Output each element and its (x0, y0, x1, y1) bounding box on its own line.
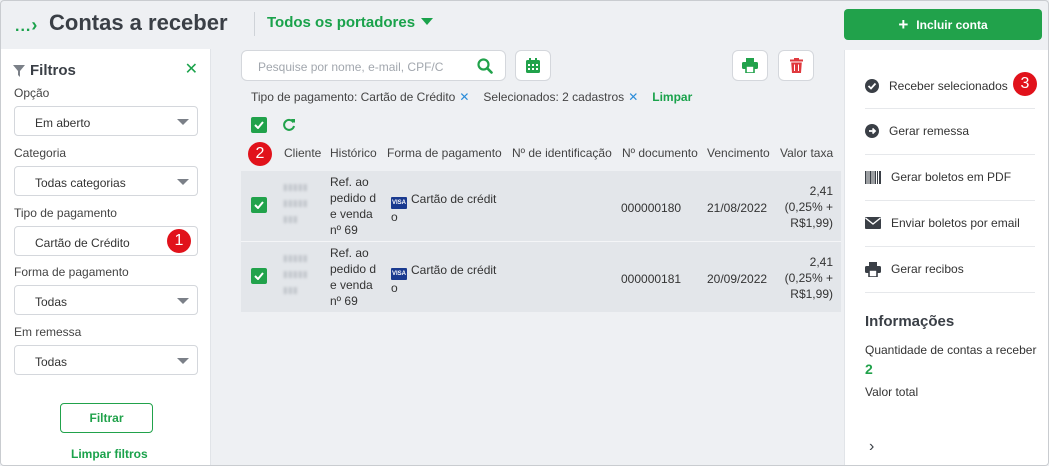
action-gerar-boletos-pdf[interactable]: Gerar boletos em PDF (865, 154, 1035, 200)
chevron-down-icon (177, 179, 189, 185)
check-icon (254, 121, 264, 129)
printer-icon (742, 58, 758, 73)
step-badge-2: 2 (248, 142, 272, 166)
filter-label-em-remessa: Em remessa (14, 325, 82, 339)
row-checkbox[interactable] (251, 268, 267, 284)
check-circle-icon (865, 79, 879, 93)
visa-card-icon: VISA (391, 268, 407, 280)
documento-cell: 000000180 (621, 201, 682, 215)
search-icon[interactable] (477, 58, 493, 74)
chevron-down-icon (177, 358, 189, 364)
info-count-label: Quantidade de contas a receber (865, 343, 1037, 357)
clear-filters-link[interactable]: Limpar filtros (71, 447, 148, 461)
row-checkbox[interactable] (251, 197, 267, 213)
info-total-label: Valor total (865, 385, 919, 397)
remove-chip-icon[interactable]: ✕ (459, 90, 469, 104)
action-divider (865, 292, 1035, 293)
search-box[interactable]: Pesquise por nome, e-mail, CPF/C (241, 50, 506, 81)
info-title: Informações (865, 313, 955, 330)
breadcrumb[interactable]: ...› (15, 15, 38, 36)
calendar-icon (526, 58, 540, 73)
info-count-value: 2 (865, 361, 873, 377)
column-historico[interactable]: Histórico (330, 146, 377, 160)
action-gerar-remessa[interactable]: Gerar remessa (865, 108, 1035, 154)
valor-taxa-cell: 2,41 (0,25% + R$1,99) (784, 184, 833, 230)
print-button[interactable] (732, 50, 768, 81)
filter-label-forma-pagamento: Forma de pagamento (14, 265, 129, 279)
column-vencimento[interactable]: Vencimento (707, 146, 770, 160)
filter-label-tipo-pagamento: Tipo de pagamento (14, 206, 117, 220)
filters-panel: Filtros ✕ Opção Em aberto Categoria Toda… (1, 49, 211, 465)
check-icon (254, 201, 264, 209)
action-enviar-boletos-email[interactable]: Enviar boletos por email (865, 200, 1035, 246)
vencimento-cell: 20/09/2022 (707, 272, 768, 286)
documento-cell: 000000181 (621, 272, 682, 286)
search-input[interactable]: Pesquise por nome, e-mail, CPF/C (258, 60, 443, 74)
trash-icon (789, 58, 803, 73)
delete-button[interactable] (778, 50, 814, 81)
column-documento[interactable]: Nº documento (622, 146, 698, 160)
barcode-icon (865, 170, 881, 184)
step-badge-1: 1 (167, 229, 191, 253)
filter-select-em-remessa[interactable]: Todas (14, 345, 198, 375)
client-name-redacted: ▮▮▮▮▮ ▮▮▮▮▮ ▮▮▮ (283, 253, 308, 295)
forma-pagamento-cell: VISA Cartão de crédit o (391, 192, 497, 224)
plus-icon: + (898, 15, 909, 34)
filter-label-categoria: Categoria (14, 146, 67, 160)
column-identificacao[interactable]: Nº de identificação (512, 146, 612, 160)
filter-select-opcao[interactable]: Em aberto (14, 106, 198, 136)
date-filter-button[interactable] (515, 50, 551, 81)
action-gerar-recibos[interactable]: Gerar recibos (865, 246, 1035, 292)
page-title: Contas a receber (49, 10, 228, 35)
arrow-right-circle-icon (865, 124, 879, 138)
app-window: ...› Contas a receber Todos os portadore… (0, 0, 1049, 466)
chip-payment-type: Tipo de pagamento: Cartão de Crédito ✕ (251, 90, 470, 104)
funnel-icon (13, 64, 25, 77)
clear-chips-link[interactable]: Limpar (652, 90, 692, 104)
historico-cell: Ref. ao pedido de venda nº 69 (330, 175, 377, 237)
refresh-icon[interactable] (282, 118, 296, 132)
valor-taxa-cell: 2,41 (0,25% + R$1,99) (784, 255, 833, 301)
actions-panel: Receber selecionados 3 Gerar remessa Ger… (844, 50, 1048, 465)
caret-down-icon (421, 18, 434, 25)
apply-filters-button[interactable]: Filtrar (60, 403, 153, 433)
active-filter-chips: Tipo de pagamento: Cartão de Crédito ✕ Se… (251, 90, 692, 104)
header-divider (254, 12, 255, 36)
action-receber-selecionados[interactable]: Receber selecionados (865, 63, 1035, 109)
printer-icon (865, 261, 881, 277)
table-row[interactable]: ▮▮▮▮▮ ▮▮▮▮▮ ▮▮▮ Ref. ao pedido de venda nº 6… (241, 242, 841, 312)
chevron-down-icon (177, 119, 189, 125)
column-forma-pagamento[interactable]: Forma de pagamento (387, 146, 502, 160)
envelope-icon (865, 217, 881, 229)
vencimento-cell: 21/08/2022 (707, 201, 768, 215)
forma-pagamento-cell: VISA Cartão de crédit o (391, 263, 497, 295)
column-valor-taxa[interactable]: Valor taxa (780, 146, 833, 160)
historico-cell: Ref. ao pedido de venda nº 69 (330, 246, 377, 308)
filters-title: Filtros (13, 62, 76, 79)
select-all-checkbox[interactable] (251, 117, 267, 133)
visa-card-icon: VISA (391, 197, 407, 209)
filter-select-categoria[interactable]: Todas categorias (14, 166, 198, 196)
filter-label-opcao: Opção (14, 86, 50, 100)
client-name-redacted: ▮▮▮▮▮ ▮▮▮▮▮ ▮▮▮ (283, 182, 308, 224)
close-filters-icon[interactable]: ✕ (185, 59, 198, 79)
page-header: ...› Contas a receber Todos os portadore… (1, 1, 1048, 47)
filter-select-forma-pagamento[interactable]: Todas (14, 285, 198, 315)
remove-chip-icon[interactable]: ✕ (628, 90, 638, 104)
column-cliente[interactable]: Cliente (284, 146, 321, 160)
include-account-button[interactable]: + Incluir conta (844, 9, 1042, 40)
check-icon (254, 272, 264, 280)
chevron-right-icon[interactable]: › (869, 438, 874, 456)
chevron-down-icon (177, 298, 189, 304)
step-badge-3: 3 (1013, 72, 1037, 96)
table-row[interactable]: ▮▮▮▮▮ ▮▮▮▮▮ ▮▮▮ Ref. ao pedido de venda nº 6… (241, 171, 841, 241)
chip-selected: Selecionados: 2 cadastros ✕ (483, 90, 639, 104)
portador-dropdown[interactable]: Todos os portadores (267, 14, 434, 31)
